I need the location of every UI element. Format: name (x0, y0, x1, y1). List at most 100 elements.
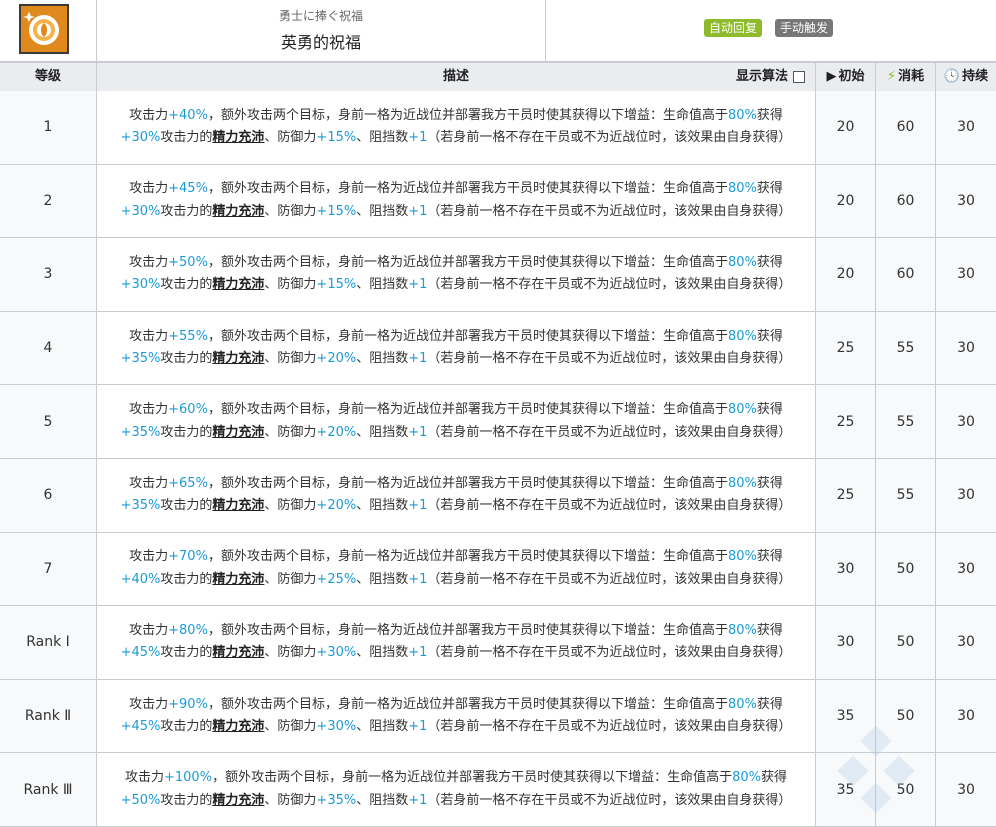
atk-bonus: +100% (164, 770, 213, 786)
show-formula-toggle[interactable]: 显示算法 (736, 63, 805, 91)
sp-cost-cell: 50 (876, 679, 936, 753)
desc-part: （若身前一格不存在干员或不为近战位时，该效果由自身获得） (427, 203, 792, 219)
hp-threshold: 80% (727, 402, 757, 418)
desc-part: 攻击力 (124, 770, 164, 786)
desc-part: 攻击力 (129, 549, 169, 565)
description-text: 攻击力+40%，额外攻击两个目标，身前一格为近战位并部署我方干员时使其获得以下增… (106, 105, 806, 150)
atk-bonus: +90% (168, 696, 208, 712)
description-text: 攻击力+60%，额外攻击两个目标，身前一格为近战位并部署我方干员时使其获得以下增… (106, 399, 806, 444)
vigor-term-link[interactable]: 精力充沛 (212, 425, 264, 440)
col-level: 等级 (0, 63, 97, 91)
clock-icon: 🕓 (943, 69, 961, 84)
description-cell: 攻击力+65%，额外攻击两个目标，身前一格为近战位并部署我方干员时使其获得以下增… (97, 458, 816, 532)
skill-name-cn: 英勇的祝福 (280, 33, 361, 52)
skill-name-cell: 勇士に捧ぐ祝福 英勇的祝福 (97, 0, 546, 62)
desc-part: ，额外攻击两个目标，身前一格为近战位并部署我方干员时使其获得以下增益：生命值高于 (207, 107, 728, 123)
desc-part: ，额外攻击两个目标，身前一格为近战位并部署我方干员时使其获得以下增益：生命值高于 (207, 402, 728, 418)
desc-part: 攻击力的 (160, 571, 213, 587)
vigor-term-link[interactable]: 精力充沛 (212, 793, 264, 808)
desc-part: ，额外攻击两个目标，身前一格为近战位并部署我方干员时使其获得以下增益：生命值高于 (207, 696, 728, 712)
description-text: 攻击力+45%，额外攻击两个目标，身前一格为近战位并部署我方干员时使其获得以下增… (106, 178, 806, 223)
atk-bonus: +50% (168, 254, 208, 270)
vigor-term-link[interactable]: 精力充沛 (212, 130, 264, 145)
vigor-term-link[interactable]: 精力充沛 (212, 351, 264, 366)
show-formula-checkbox[interactable] (793, 71, 805, 83)
desc-part: 、防御力 (264, 130, 317, 146)
col-cost: ⚡ 消耗 (876, 63, 936, 91)
sp-cost-cell: 60 (876, 164, 936, 238)
vigor-term-link[interactable]: 精力充沛 (212, 204, 264, 219)
desc-part: 、防御力 (264, 203, 317, 219)
sp-cost-cell: 55 (876, 385, 936, 458)
duration-cell: 30 (936, 164, 996, 238)
table-row: Rank Ⅰ 攻击力+80%，额外攻击两个目标，身前一格为近战位并部署我方干员时… (0, 606, 996, 680)
description-text: 攻击力+50%，额外攻击两个目标，身前一格为近战位并部署我方干员时使其获得以下增… (106, 252, 806, 297)
initial-sp-cell: 25 (816, 458, 876, 532)
level-cell: Rank Ⅰ (0, 606, 97, 679)
def-bonus: +20% (316, 424, 357, 440)
block-bonus: +1 (408, 571, 428, 587)
hp-threshold: 80% (727, 328, 757, 344)
def-bonus: +15% (316, 130, 357, 146)
table-row: 3 攻击力+50%，额外攻击两个目标，身前一格为近战位并部署我方干员时使其获得以… (0, 238, 996, 312)
hp-threshold: 80% (732, 770, 761, 786)
desc-part: （若身前一格不存在干员或不为近战位时，该效果由自身获得） (427, 498, 792, 514)
desc-part: 、防御力 (264, 351, 317, 367)
vigor-term-link[interactable]: 精力充沛 (212, 277, 264, 292)
desc-part: 获得 (756, 696, 783, 712)
auto-recovery-tag: 自动回复 (704, 19, 763, 37)
desc-part: 攻击力的 (160, 130, 213, 146)
table-header: 等级 描述 显示算法 ▶ 初始 ⚡ 消耗 🕓 持续 (0, 62, 996, 92)
description-cell: 攻击力+55%，额外攻击两个目标，身前一格为近战位并部署我方干员时使其获得以下增… (97, 311, 816, 385)
desc-part: 、阻挡数 (356, 719, 409, 735)
initial-sp-cell: 35 (816, 679, 876, 753)
def-bonus: +20% (316, 498, 357, 514)
col-initial-label: 初始 (838, 69, 865, 84)
atk-bonus: +55% (168, 328, 208, 344)
def-bonus: +15% (316, 203, 357, 219)
vigor-term-link[interactable]: 精力充沛 (212, 719, 264, 734)
sp-cost-cell: 55 (876, 458, 936, 532)
vigor-bonus: +35% (120, 424, 161, 440)
duration-cell: 30 (936, 311, 996, 385)
sp-cost-cell: 50 (876, 532, 936, 606)
hp-threshold: 80% (727, 181, 757, 197)
desc-part: 、阻挡数 (356, 351, 409, 367)
desc-part: 、阻挡数 (356, 498, 409, 514)
desc-part: （若身前一格不存在干员或不为近战位时，该效果由自身获得） (427, 571, 792, 587)
desc-part: 攻击力的 (160, 203, 213, 219)
col-description-label: 描述 (442, 69, 469, 84)
hp-threshold: 80% (727, 622, 757, 638)
table-row: Rank Ⅲ 攻击力+100%，额外攻击两个目标，身前一格为近战位并部署我方干员… (0, 753, 996, 827)
desc-part: 、防御力 (264, 571, 317, 587)
description-cell: 攻击力+70%，额外攻击两个目标，身前一格为近战位并部署我方干员时使其获得以下增… (97, 532, 816, 606)
initial-sp-cell: 20 (816, 91, 876, 164)
desc-part: 、阻挡数 (356, 571, 409, 587)
desc-part: 攻击力 (129, 475, 169, 491)
vigor-term-link[interactable]: 精力充沛 (212, 498, 264, 513)
desc-part: 攻击力 (129, 328, 169, 344)
def-bonus: +30% (316, 719, 357, 735)
desc-part: 、防御力 (264, 498, 317, 514)
def-bonus: +35% (316, 792, 357, 808)
desc-part: 、阻挡数 (356, 130, 409, 146)
hp-threshold: 80% (727, 696, 757, 712)
desc-part: ，额外攻击两个目标，身前一格为近战位并部署我方干员时使其获得以下增益：生命值高于 (207, 181, 728, 197)
sp-cost-cell: 50 (876, 753, 936, 826)
col-duration: 🕓 持续 (936, 63, 996, 91)
block-bonus: +1 (408, 645, 428, 661)
level-cell: Rank Ⅲ (0, 753, 97, 826)
desc-part: 、阻挡数 (356, 203, 409, 219)
vigor-bonus: +35% (120, 498, 161, 514)
duration-cell: 30 (936, 385, 996, 458)
level-cell: 3 (0, 238, 97, 311)
vigor-term-link[interactable]: 精力充沛 (212, 572, 264, 587)
hp-threshold: 80% (727, 475, 757, 491)
desc-part: 、防御力 (264, 277, 317, 293)
manual-trigger-tag: 手动触发 (775, 19, 834, 37)
vigor-term-link[interactable]: 精力充沛 (212, 645, 264, 660)
vigor-bonus: +30% (120, 130, 161, 146)
desc-part: 获得 (756, 181, 783, 197)
level-cell: 2 (0, 164, 97, 238)
atk-bonus: +40% (168, 107, 208, 123)
